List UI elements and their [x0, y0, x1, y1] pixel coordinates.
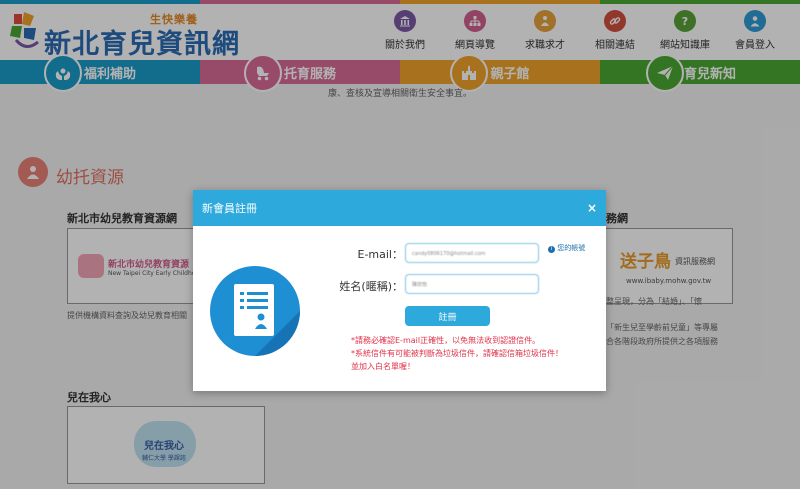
warning-line-2: *系統信件有可能被判斷為垃圾信件，請確認信箱垃圾信件！ — [351, 349, 563, 358]
email-field[interactable]: candy0806170@hotmail.com — [405, 243, 539, 263]
account-info-link[interactable]: i 您的帳號 — [548, 243, 585, 253]
warning-line-3: 並加入白名單喔！ — [351, 362, 415, 371]
modal-header: 新會員註冊 × — [193, 190, 606, 226]
email-label: E-mail： — [357, 248, 404, 261]
register-modal: 新會員註冊 × E-mail： candy0806170@hotmail.com… — [193, 190, 606, 391]
modal-title: 新會員註冊 — [202, 202, 257, 215]
close-icon[interactable]: × — [587, 201, 597, 215]
name-field[interactable]: 陳欣怡 — [405, 274, 539, 294]
document-icon — [210, 266, 300, 356]
info-icon: i — [548, 246, 555, 253]
warning-line-1: *請務必確認E-mail正確性，以免無法收到認證信件。 — [351, 336, 541, 345]
name-label: 姓名(暱稱)： — [339, 280, 403, 293]
register-button[interactable]: 註冊 — [405, 306, 490, 326]
account-info-label: 您的帳號 — [557, 244, 586, 252]
